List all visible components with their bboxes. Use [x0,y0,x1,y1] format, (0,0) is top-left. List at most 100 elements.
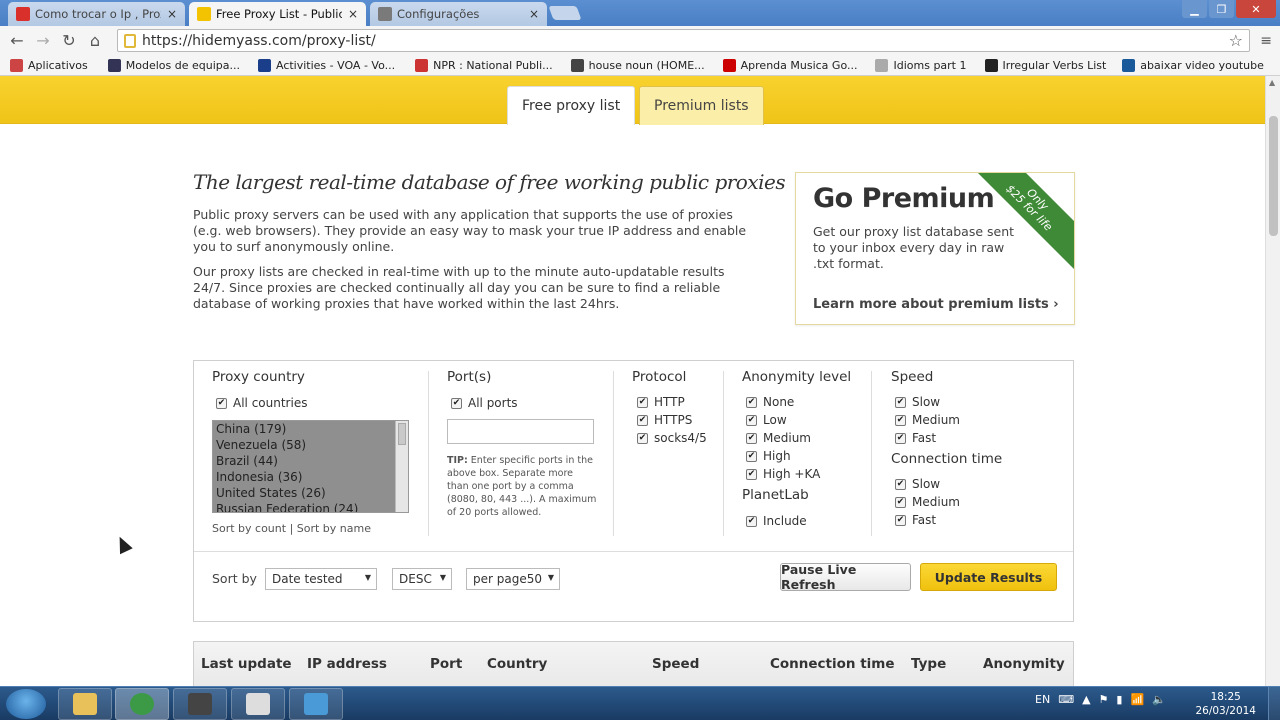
column-header[interactable]: Connection time [770,656,895,672]
system-clock[interactable]: 18:25 26/03/2014 [1195,690,1256,718]
bookmark-item[interactable]: Idioms part 1 [869,58,972,72]
bookmark-item[interactable]: Aplicativos [4,58,94,72]
sort-field-select[interactable]: Date tested ▼ [265,568,377,590]
listbox-scrollbar[interactable] [395,421,408,512]
reload-icon[interactable]: ↻ [56,31,82,50]
speed-checkbox[interactable]: ✔ Medium [895,413,960,427]
country-option[interactable]: Russian Federation (24) [213,501,408,512]
scroll-up-icon[interactable]: ▲ [1269,78,1275,87]
column-header[interactable]: Speed [652,656,699,672]
taskbar-media-button[interactable] [173,688,227,720]
taskbar-camera-button[interactable] [231,688,285,720]
bookmark-item[interactable]: Aprenda Musica Go... [717,58,864,72]
show-hidden-icons-icon[interactable]: ▲ [1082,693,1090,706]
close-icon[interactable]: × [529,7,539,21]
scrollbar-thumb[interactable] [1269,116,1278,236]
ports-input[interactable] [447,419,594,444]
anon-checkbox[interactable]: ✔ High [746,449,791,463]
bookmark-star-icon[interactable]: ☆ [1229,31,1243,50]
bookmark-item[interactable]: abaixar video youtube [1116,58,1270,72]
country-option[interactable]: Venezuela (58) [213,437,408,453]
pause-live-refresh-button[interactable]: Pause Live Refresh [780,562,911,592]
home-icon[interactable]: ⌂ [82,31,108,50]
close-window-button[interactable]: ✕ [1236,0,1276,18]
browser-tab-3[interactable]: Configurações × [370,2,547,26]
scrollbar-thumb[interactable] [398,423,406,445]
signal-icon[interactable]: 📶 [1130,693,1144,706]
start-button[interactable] [6,689,46,719]
protocol-checkbox[interactable]: ✔ HTTPS [637,413,692,427]
ports-tip: TIP: Enter specific ports in the above b… [447,454,597,519]
bookmark-label: house noun (HOME... [588,58,705,72]
country-title: Proxy country [212,369,305,385]
language-indicator[interactable]: EN [1035,693,1050,706]
checkbox-label: socks4/5 [654,431,707,445]
taskbar-app-button[interactable] [289,688,343,720]
protocol-checkbox[interactable]: ✔ socks4/5 [637,431,707,445]
column-divider [871,371,872,536]
country-option[interactable]: China (179) [213,421,408,437]
speed-checkbox[interactable]: ✔ Fast [895,431,936,445]
close-icon[interactable]: × [167,7,177,21]
checkbox-label: None [763,395,795,409]
bookmark-label: Aprenda Musica Go... [740,58,858,72]
bookmark-item[interactable]: Irregular Verbs List [979,58,1113,72]
all-ports-checkbox[interactable]: ✔ All ports [451,396,518,410]
browser-tab-1[interactable]: Como trocar o Ip , Proxy d × [8,2,185,26]
sort-order-select[interactable]: DESC ▼ [392,568,452,590]
anon-checkbox[interactable]: ✔ Medium [746,431,811,445]
column-header[interactable]: Port [430,656,462,672]
speed-checkbox[interactable]: ✔ Slow [895,395,940,409]
connection-time-title: Connection time [891,451,1003,467]
country-listbox[interactable]: China (179) Venezuela (58) Brazil (44) Indo… [212,420,409,513]
taskbar-explorer-button[interactable] [58,688,112,720]
planetlab-include-checkbox[interactable]: ✔ Include [746,514,807,528]
country-option[interactable]: Brazil (44) [213,453,408,469]
anon-checkbox[interactable]: ✔ High +KA [746,467,820,481]
forward-arrow-icon[interactable]: → [30,31,56,50]
protocol-checkbox[interactable]: ✔ HTTP [637,395,685,409]
minimize-button[interactable]: ▁ [1182,0,1207,18]
new-tab-button[interactable] [548,6,582,20]
conn-checkbox[interactable]: ✔ Fast [895,513,936,527]
checkbox-icon: ✔ [895,496,906,508]
bookmark-favicon-icon [107,58,121,72]
country-option[interactable]: United States (26) [213,485,408,501]
column-header[interactable]: Anonymity [983,656,1065,672]
address-bar[interactable]: https://hidemyass.com/proxy-list/ ☆ [117,29,1250,52]
country-option[interactable]: Indonesia (36) [213,469,408,485]
all-countries-checkbox[interactable]: ✔ All countries [216,396,307,410]
bookmark-item[interactable]: Modelos de equipa... [102,58,246,72]
flag-icon[interactable]: ⚑ [1099,693,1109,706]
per-page-select[interactable]: per page50 ▼ [466,568,560,590]
column-header[interactable]: Type [911,656,946,672]
tab-free-proxy-list[interactable]: Free proxy list [507,86,636,125]
close-icon[interactable]: × [348,7,358,21]
column-header[interactable]: IP address [307,656,387,672]
menu-icon[interactable]: ≡ [1260,33,1272,49]
keyboard-icon[interactable]: ⌨ [1058,693,1074,706]
premium-link[interactable]: Learn more about premium lists › [813,297,1059,312]
country-sort-links[interactable]: Sort by count | Sort by name [212,522,371,535]
back-arrow-icon[interactable]: ← [4,31,30,50]
browser-tab-2[interactable]: Free Proxy List - Public Pr × [189,2,366,26]
column-header[interactable]: Last update [201,656,292,672]
show-desktop-button[interactable] [1268,687,1280,720]
taskbar-chrome-button[interactable] [115,688,169,720]
volume-icon[interactable]: 🔈 [1152,693,1166,706]
column-header[interactable]: Country [487,656,547,672]
conn-checkbox[interactable]: ✔ Medium [895,495,960,509]
conn-checkbox[interactable]: ✔ Slow [895,477,940,491]
anon-checkbox[interactable]: ✔ None [746,395,794,409]
bookmark-item[interactable]: Activities - VOA - Vo... [252,58,401,72]
tab-premium-lists[interactable]: Premium lists [639,86,764,125]
intro-paragraph-1: Public proxy servers can be used with an… [193,207,747,254]
page-scrollbar[interactable]: ▲ [1265,76,1280,686]
anon-checkbox[interactable]: ✔ Low [746,413,787,427]
network-icon[interactable]: ▮ [1116,693,1122,706]
bookmark-item[interactable]: house noun (HOME... [565,58,711,72]
checkbox-icon: ✔ [746,450,757,462]
update-results-button[interactable]: Update Results [920,563,1057,591]
bookmark-item[interactable]: NPR : National Publi... [409,58,559,72]
maximize-button[interactable]: ❐ [1209,0,1234,18]
